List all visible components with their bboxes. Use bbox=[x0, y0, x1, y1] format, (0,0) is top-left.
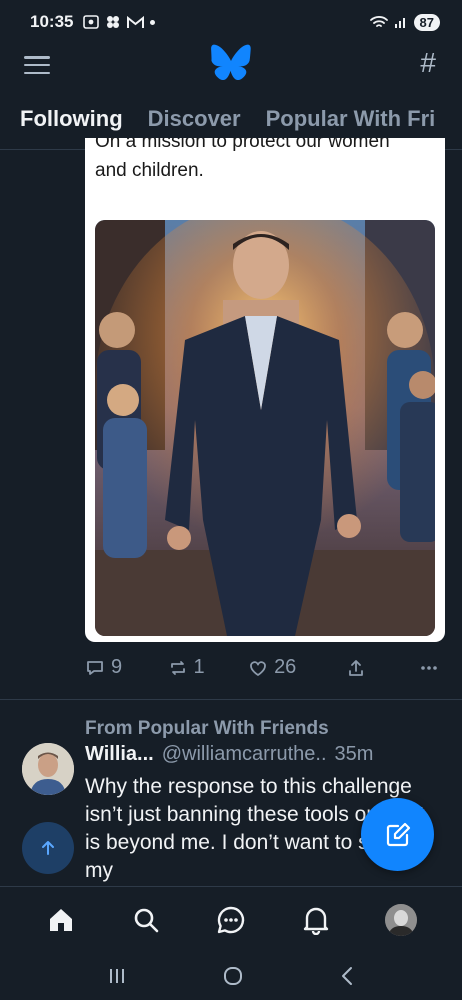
battery-level: 87 bbox=[413, 13, 440, 31]
nav-chat[interactable] bbox=[211, 900, 251, 940]
status-system-icons: 87 bbox=[369, 13, 440, 31]
feed-post[interactable]: On a mission to protect our women and ch… bbox=[0, 138, 462, 700]
profile-avatar bbox=[385, 903, 418, 936]
signal-icon bbox=[394, 18, 405, 28]
feed-source-label: From Popular With Friends bbox=[85, 718, 329, 739]
ai-image-man-in-suit bbox=[95, 220, 435, 636]
search-icon bbox=[134, 908, 159, 932]
bottom-navigation bbox=[0, 886, 462, 952]
app-header: # bbox=[0, 44, 462, 96]
chat-icon bbox=[217, 906, 245, 933]
reply-count: 9 bbox=[111, 656, 123, 678]
gmail-icon bbox=[127, 15, 145, 28]
home-circle-icon[interactable] bbox=[222, 965, 244, 987]
repost-count: 1 bbox=[193, 656, 205, 678]
profile-photo bbox=[385, 903, 418, 936]
home-icon bbox=[49, 908, 72, 931]
share-button[interactable] bbox=[346, 658, 419, 678]
author-line: Willia... @williamcarruthe.. 35m bbox=[85, 743, 450, 766]
like-count: 26 bbox=[274, 656, 297, 678]
nav-search[interactable] bbox=[126, 900, 166, 940]
author-name[interactable]: Willia... bbox=[85, 743, 154, 766]
status-time: 10:35 bbox=[30, 12, 74, 31]
screenshot-icon bbox=[83, 15, 100, 29]
bell-icon bbox=[303, 907, 329, 935]
nav-home[interactable] bbox=[41, 900, 81, 940]
quoted-post-text: On a mission to protect our women and ch… bbox=[95, 138, 435, 185]
wifi-icon bbox=[369, 16, 388, 27]
compose-button[interactable] bbox=[361, 798, 434, 871]
quoted-post-card[interactable]: On a mission to protect our women and ch… bbox=[85, 138, 445, 642]
author-handle[interactable]: @williamcarruthe.. bbox=[162, 743, 327, 766]
ellipsis-icon bbox=[421, 665, 437, 670]
back-icon[interactable] bbox=[339, 966, 355, 986]
dot-icon bbox=[150, 19, 156, 25]
hash-icon[interactable]: # bbox=[420, 47, 436, 79]
quoted-text-line: and children. bbox=[95, 160, 204, 181]
post-time: 35m bbox=[334, 743, 374, 765]
heart-icon bbox=[250, 660, 266, 676]
repost-button[interactable]: 1 bbox=[168, 656, 249, 679]
share-icon bbox=[349, 659, 364, 676]
status-notification-icons bbox=[83, 14, 156, 30]
post-image[interactable] bbox=[95, 220, 435, 636]
scroll-to-top-button[interactable] bbox=[22, 822, 74, 874]
author-avatar[interactable] bbox=[22, 743, 74, 795]
avatar-photo bbox=[22, 743, 74, 795]
more-options-icon[interactable] bbox=[419, 658, 439, 678]
pinwheel-icon bbox=[107, 16, 120, 28]
nav-profile[interactable] bbox=[381, 900, 421, 940]
butterfly-logo[interactable] bbox=[211, 44, 251, 80]
recent-apps-icon[interactable] bbox=[107, 967, 127, 985]
hamburger-icon[interactable] bbox=[24, 53, 50, 77]
nav-notifications[interactable] bbox=[296, 900, 336, 940]
like-button[interactable]: 26 bbox=[248, 656, 346, 679]
status-bar: 10:35 87 bbox=[0, 0, 462, 44]
reply-icon bbox=[87, 660, 103, 675]
quoted-text-cut-line: On a mission to protect our women bbox=[95, 138, 390, 152]
reply-button[interactable]: 9 bbox=[85, 656, 168, 679]
system-navigation-bar bbox=[0, 952, 462, 1000]
compose-icon bbox=[386, 822, 410, 846]
repost-icon bbox=[170, 660, 185, 675]
post-actions: 9 1 26 bbox=[85, 656, 447, 679]
arrow-up-icon bbox=[42, 841, 54, 855]
